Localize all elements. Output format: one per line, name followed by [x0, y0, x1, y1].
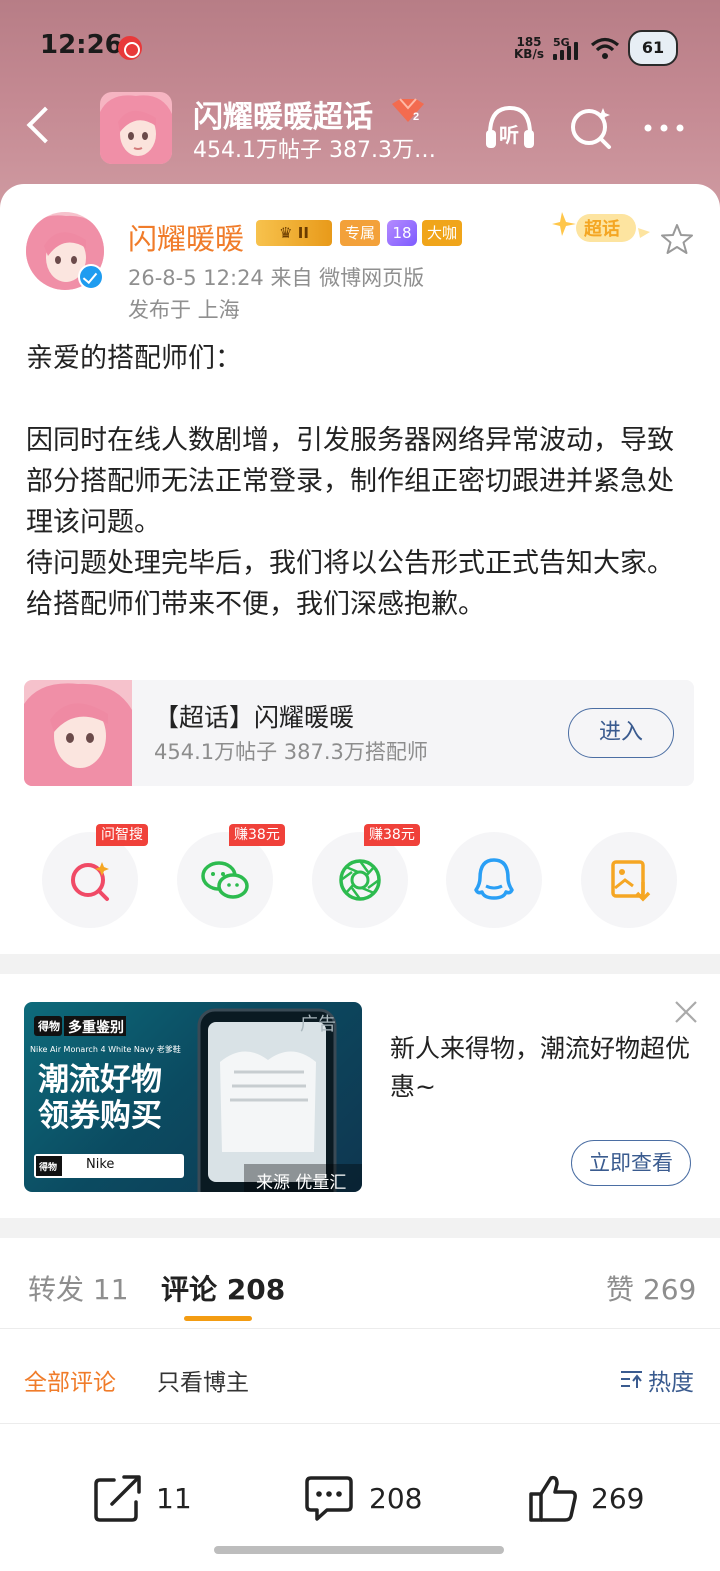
repost-button[interactable]: 11 [92, 1472, 192, 1532]
listen-label: 听 [499, 123, 519, 147]
save-image-icon [611, 860, 651, 902]
share-moments-button[interactable]: 赚38元 [312, 824, 420, 928]
network-speed-unit: KB/s [514, 47, 544, 61]
big-shot-badge[interactable]: 大咖 [422, 220, 462, 246]
ad-brand-tag: 多重鉴别 [68, 1020, 124, 1036]
post-paragraph: 给搭配师们带来不便，我们深感抱歉。 [26, 589, 485, 620]
share-wechat-button[interactable]: 赚38元 [177, 824, 285, 928]
topic-card-subtitle: 454.1万帖子 387.3万搭配师 [154, 740, 428, 764]
ad-search-logo: 得物 [39, 1163, 58, 1173]
ad-banner[interactable]: 得物 多重鉴别 Nike Air Monarch 4 White Navy 老爹… [0, 974, 720, 1218]
comment-button[interactable]: 208 [303, 1472, 423, 1532]
share-tag: 赚38元 [229, 824, 285, 846]
topic-avatar[interactable] [100, 92, 172, 164]
ad-search-text: Nike [86, 1157, 115, 1172]
page-subtitle: 454.1万帖子 387.3万… [193, 138, 436, 163]
share-row: 问智搜 赚38元 赚38元 [0, 824, 720, 936]
ai-search-icon [71, 862, 109, 901]
topic-level-badge-icon: 2 [392, 98, 424, 123]
post-paragraph: 亲爱的搭配师们： [26, 343, 242, 374]
share-tag: 问智搜 [96, 824, 148, 846]
like-button[interactable]: 269 [527, 1472, 647, 1532]
filter-author-only[interactable]: 只看博主 [157, 1363, 249, 1397]
share-tag: 赚38元 [364, 824, 420, 846]
exclusive-badge[interactable]: 专属 [340, 220, 380, 246]
status-time: 12:26 [40, 30, 123, 60]
status-bar: 12:26 185 KB/s 5G 61 [0, 0, 720, 95]
page-title: 闪耀暖暖超话 [193, 100, 373, 135]
share-qq-button[interactable] [446, 832, 542, 928]
post-paragraph: 因同时在线人数剧增，引发服务器网络异常波动，导致部分搭配师无法正常登录，制作组正… [26, 425, 674, 538]
chaohua-tag-icon[interactable]: 超话 [552, 206, 656, 250]
topic-card-image [24, 680, 132, 786]
qq-icon [474, 858, 514, 900]
wifi-icon [590, 37, 620, 59]
member-crown-badge[interactable]: ♛ II [256, 220, 332, 246]
star-icon[interactable] [660, 222, 694, 256]
comment-count: 208 [369, 1482, 423, 1515]
ad-view-button[interactable]: 立即查看 [571, 1140, 691, 1186]
comment-filter: 全部评论 只看博主 热度 [0, 1329, 720, 1423]
post-card: 闪耀暖暖 ♛ II 专属 18 大咖 超话 26-8-5 12:24 来自 微博… [0, 184, 720, 1571]
ad-slogan-1: 潮流好物 [38, 1062, 162, 1098]
top-nav-bar: 闪耀暖暖超话 2 454.1万帖子 387.3万… 听 [0, 90, 720, 170]
post-location: 发布于 上海 [128, 298, 240, 322]
section-divider [0, 954, 720, 974]
active-tab-indicator [184, 1316, 252, 1321]
thumbs-up-icon [529, 1475, 577, 1522]
ad-image[interactable]: 得物 多重鉴别 Nike Air Monarch 4 White Navy 老爹… [24, 1002, 362, 1192]
ad-text: 新人来得物，潮流好物超优惠~ [390, 1034, 691, 1101]
post-timestamp-source: 26-8-5 12:24 来自 微博网页版 [128, 266, 425, 290]
topic-card[interactable]: 【超话】闪耀暖暖 454.1万帖子 387.3万搭配师 进入 [24, 680, 694, 786]
ad-slogan-2: 领券购买 [38, 1098, 162, 1134]
ad-brand-logo: 得物 [38, 1020, 60, 1033]
filter-all-comments[interactable]: 全部评论 [24, 1363, 116, 1397]
save-image-button[interactable] [581, 832, 677, 928]
section-divider [0, 1218, 720, 1238]
ad-product-name: Nike Air Monarch 4 White Navy 老爹鞋 [30, 1045, 181, 1054]
chaohua-tag-label: 超话 [584, 218, 620, 240]
topic-level-value: 2 [413, 111, 419, 123]
tab-repost[interactable]: 转发 11 [28, 1268, 129, 1308]
repost-icon [94, 1475, 141, 1522]
sort-icon[interactable] [620, 1369, 644, 1389]
wechat-moments-icon [339, 859, 381, 901]
post-tabs: 转发 11 评论 208 赞 269 [0, 1238, 720, 1328]
sort-by-hot[interactable]: 热度 [648, 1363, 694, 1397]
topic-card-title: 【超话】闪耀暖暖 [154, 703, 355, 732]
diamond-level-badge[interactable]: 18 [387, 220, 417, 246]
search-icon[interactable] [563, 100, 619, 156]
comment-icon [305, 1476, 353, 1521]
back-button[interactable] [22, 106, 62, 146]
post-paragraph: 待问题处理完毕后，我们将以公告形式正式告知大家。 [26, 548, 674, 579]
netease-music-icon [118, 36, 142, 60]
tab-likes[interactable]: 赞 269 [606, 1268, 696, 1308]
home-indicator [214, 1546, 504, 1554]
wechat-icon [201, 861, 249, 899]
repost-count: 11 [156, 1482, 192, 1515]
battery-indicator: 61 [628, 30, 678, 66]
member-crown-level: II [297, 224, 309, 242]
ad-label: 广告 [300, 1014, 336, 1035]
enter-topic-button[interactable]: 进入 [568, 708, 674, 758]
verified-badge-icon [78, 264, 104, 290]
more-icon[interactable] [638, 100, 694, 156]
close-icon[interactable] [672, 998, 700, 1026]
author-name[interactable]: 闪耀暖暖 [128, 216, 244, 258]
share-ai-search-button[interactable]: 问智搜 [42, 824, 148, 928]
ad-source: 来源 优量汇 [256, 1173, 347, 1192]
like-count: 269 [591, 1482, 645, 1515]
listen-icon[interactable]: 听 [482, 100, 538, 156]
cellular-signal-icon: 5G [553, 36, 583, 60]
network-speed: 185 KB/s [512, 36, 546, 60]
post-body: 亲爱的搭配师们： 因同时在线人数剧增，引发服务器网络异常波动，导致部分搭配师无法… [26, 338, 700, 625]
tab-comments[interactable]: 评论 208 [161, 1268, 285, 1308]
battery-level: 61 [641, 38, 665, 57]
